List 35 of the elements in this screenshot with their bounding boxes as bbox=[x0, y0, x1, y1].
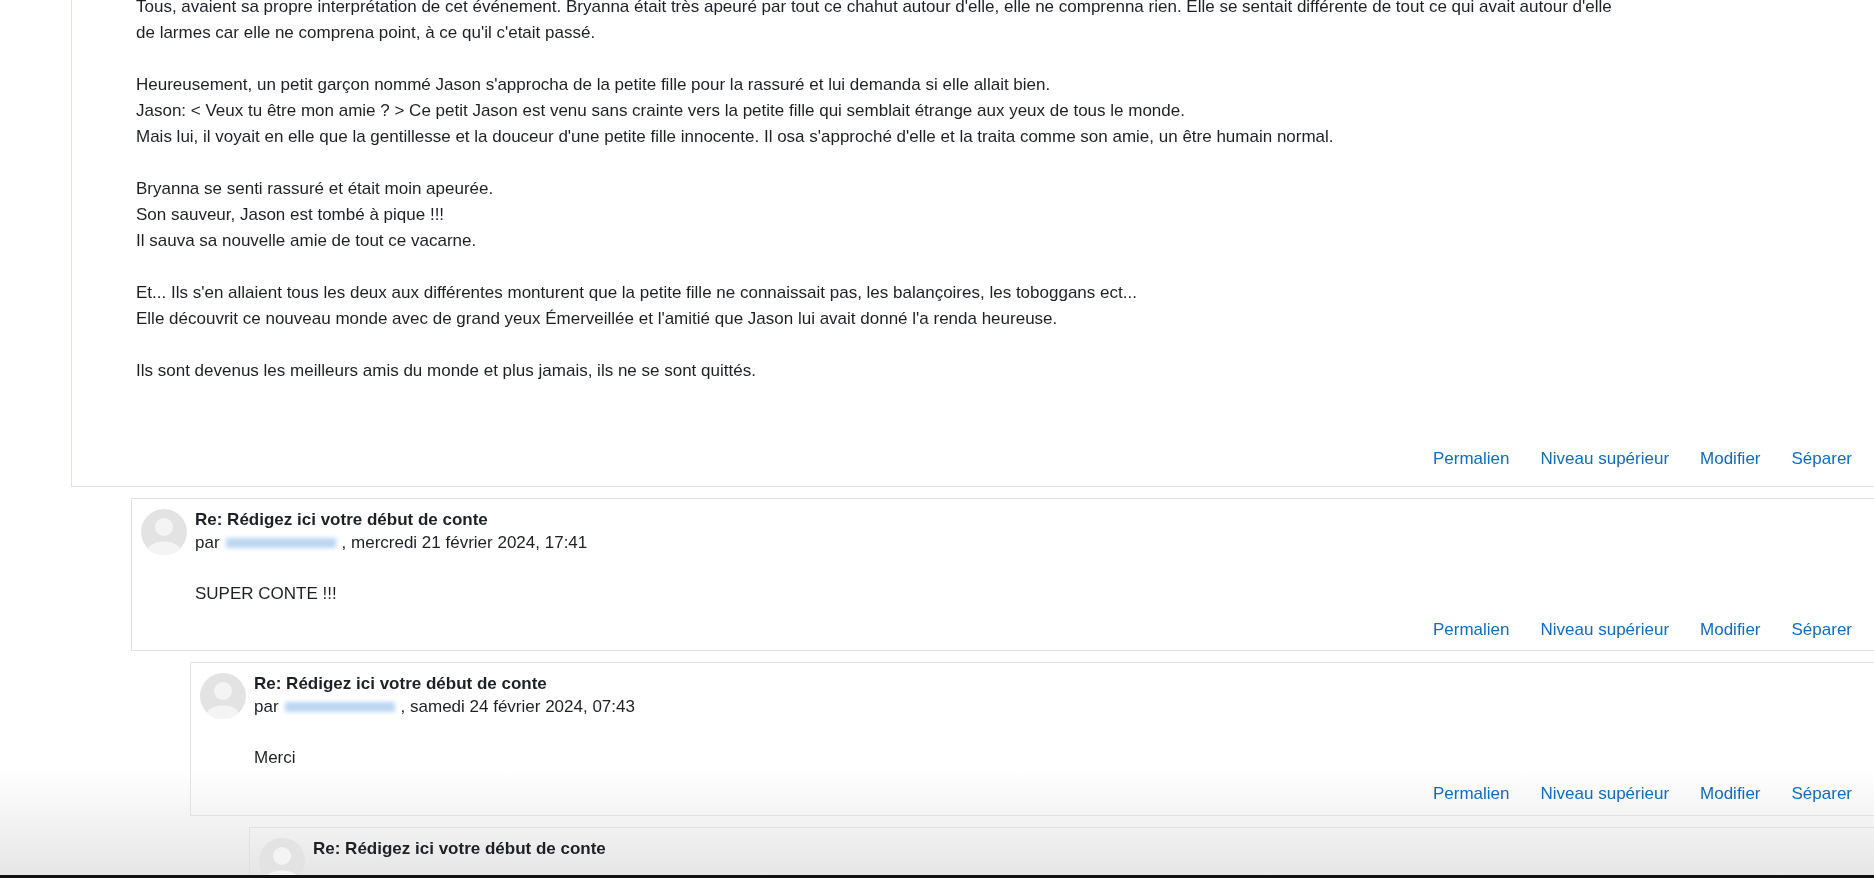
avatar-icon bbox=[259, 837, 305, 875]
post-title: Re: Rédigez ici votre début de conte bbox=[195, 508, 489, 531]
action-link[interactable]: Permalien bbox=[1433, 446, 1510, 472]
post-date: , samedi 24 février 2024, 07:43 bbox=[400, 696, 635, 718]
action-link[interactable]: Niveau supérieur bbox=[1540, 781, 1670, 807]
story-line: Ils sont devenus les meilleurs amis du monde et plus jamais, ils ne se sont quittés. bbox=[136, 360, 757, 382]
post-body: Merci bbox=[254, 747, 297, 769]
action-link[interactable]: Permalien bbox=[1433, 616, 1510, 642]
action-link[interactable]: Permalien bbox=[1433, 781, 1510, 807]
action-link[interactable]: Séparer bbox=[1791, 616, 1852, 642]
author-prefix: par bbox=[254, 696, 279, 718]
story-line: Elle découvrit ce nouveau monde avec de grand yeux Émerveillée et l'amitié que Jason lui avait donné l'a renda heureuse. bbox=[136, 308, 1059, 330]
action-link[interactable]: Séparer bbox=[1791, 781, 1852, 807]
post-title: Re: Rédigez ici votre début de conte bbox=[313, 837, 607, 860]
story-line: Bryanna se senti rassuré et était moin apeurée. bbox=[136, 178, 495, 200]
story-line: Mais lui, il voyait en elle que la gentillesse et la douceur d'une petite fille innocente. Il osa s'approché d'elle et la traita comme son amie, un être humain normal. bbox=[136, 126, 1335, 148]
story-line: Heureusement, un petit garçon nommé Jason s'approcha de la petite fille pour la rassuré et lui demanda si elle allait bien. bbox=[136, 74, 1052, 96]
action-link[interactable]: Niveau supérieur bbox=[1540, 616, 1670, 642]
post-date: , mercredi 21 février 2024, 17:41 bbox=[341, 531, 588, 554]
story-line: Jason: < Veux tu être mon amie ? > Ce petit Jason est venu sans crainte vers la petite fille qui semblait étrange aux yeux de tous le monde. bbox=[136, 100, 1186, 122]
action-link[interactable]: Séparer bbox=[1791, 446, 1852, 472]
action-link[interactable]: Niveau supérieur bbox=[1540, 446, 1670, 472]
avatar-icon bbox=[141, 508, 187, 555]
action-link[interactable]: Modifier bbox=[1700, 446, 1761, 472]
avatar-icon bbox=[200, 673, 246, 719]
post-title: Re: Rédigez ici votre début de conte bbox=[254, 673, 548, 695]
action-link[interactable]: Modifier bbox=[1700, 616, 1761, 642]
action-link[interactable]: Modifier bbox=[1700, 781, 1761, 807]
story-line: Tous, avaient sa propre interprétation de cet événement. Bryanna était très apeuré par tout ce chahut autour d'elle, elle ne comprenna rien. Elle se sentait différente de tout ce qui avait autour d'elle bbox=[136, 0, 1613, 18]
author-prefix: par bbox=[195, 531, 220, 554]
story-line: Son sauveur, Jason est tombé à pique !!! bbox=[136, 204, 446, 226]
story-line: Il sauva sa nouvelle amie de tout ce vacarne. bbox=[136, 230, 478, 252]
story-line: de larmes car elle ne comprena point, à ce qu'il c'etait passé. bbox=[136, 22, 597, 44]
story-line: Et... Ils s'en allaient tous les deux aux différentes monturent que la petite fille ne connaissait pas, les balançoires, les toboggans ect... bbox=[136, 282, 1138, 304]
post-body: SUPER CONTE !!! bbox=[195, 582, 338, 605]
